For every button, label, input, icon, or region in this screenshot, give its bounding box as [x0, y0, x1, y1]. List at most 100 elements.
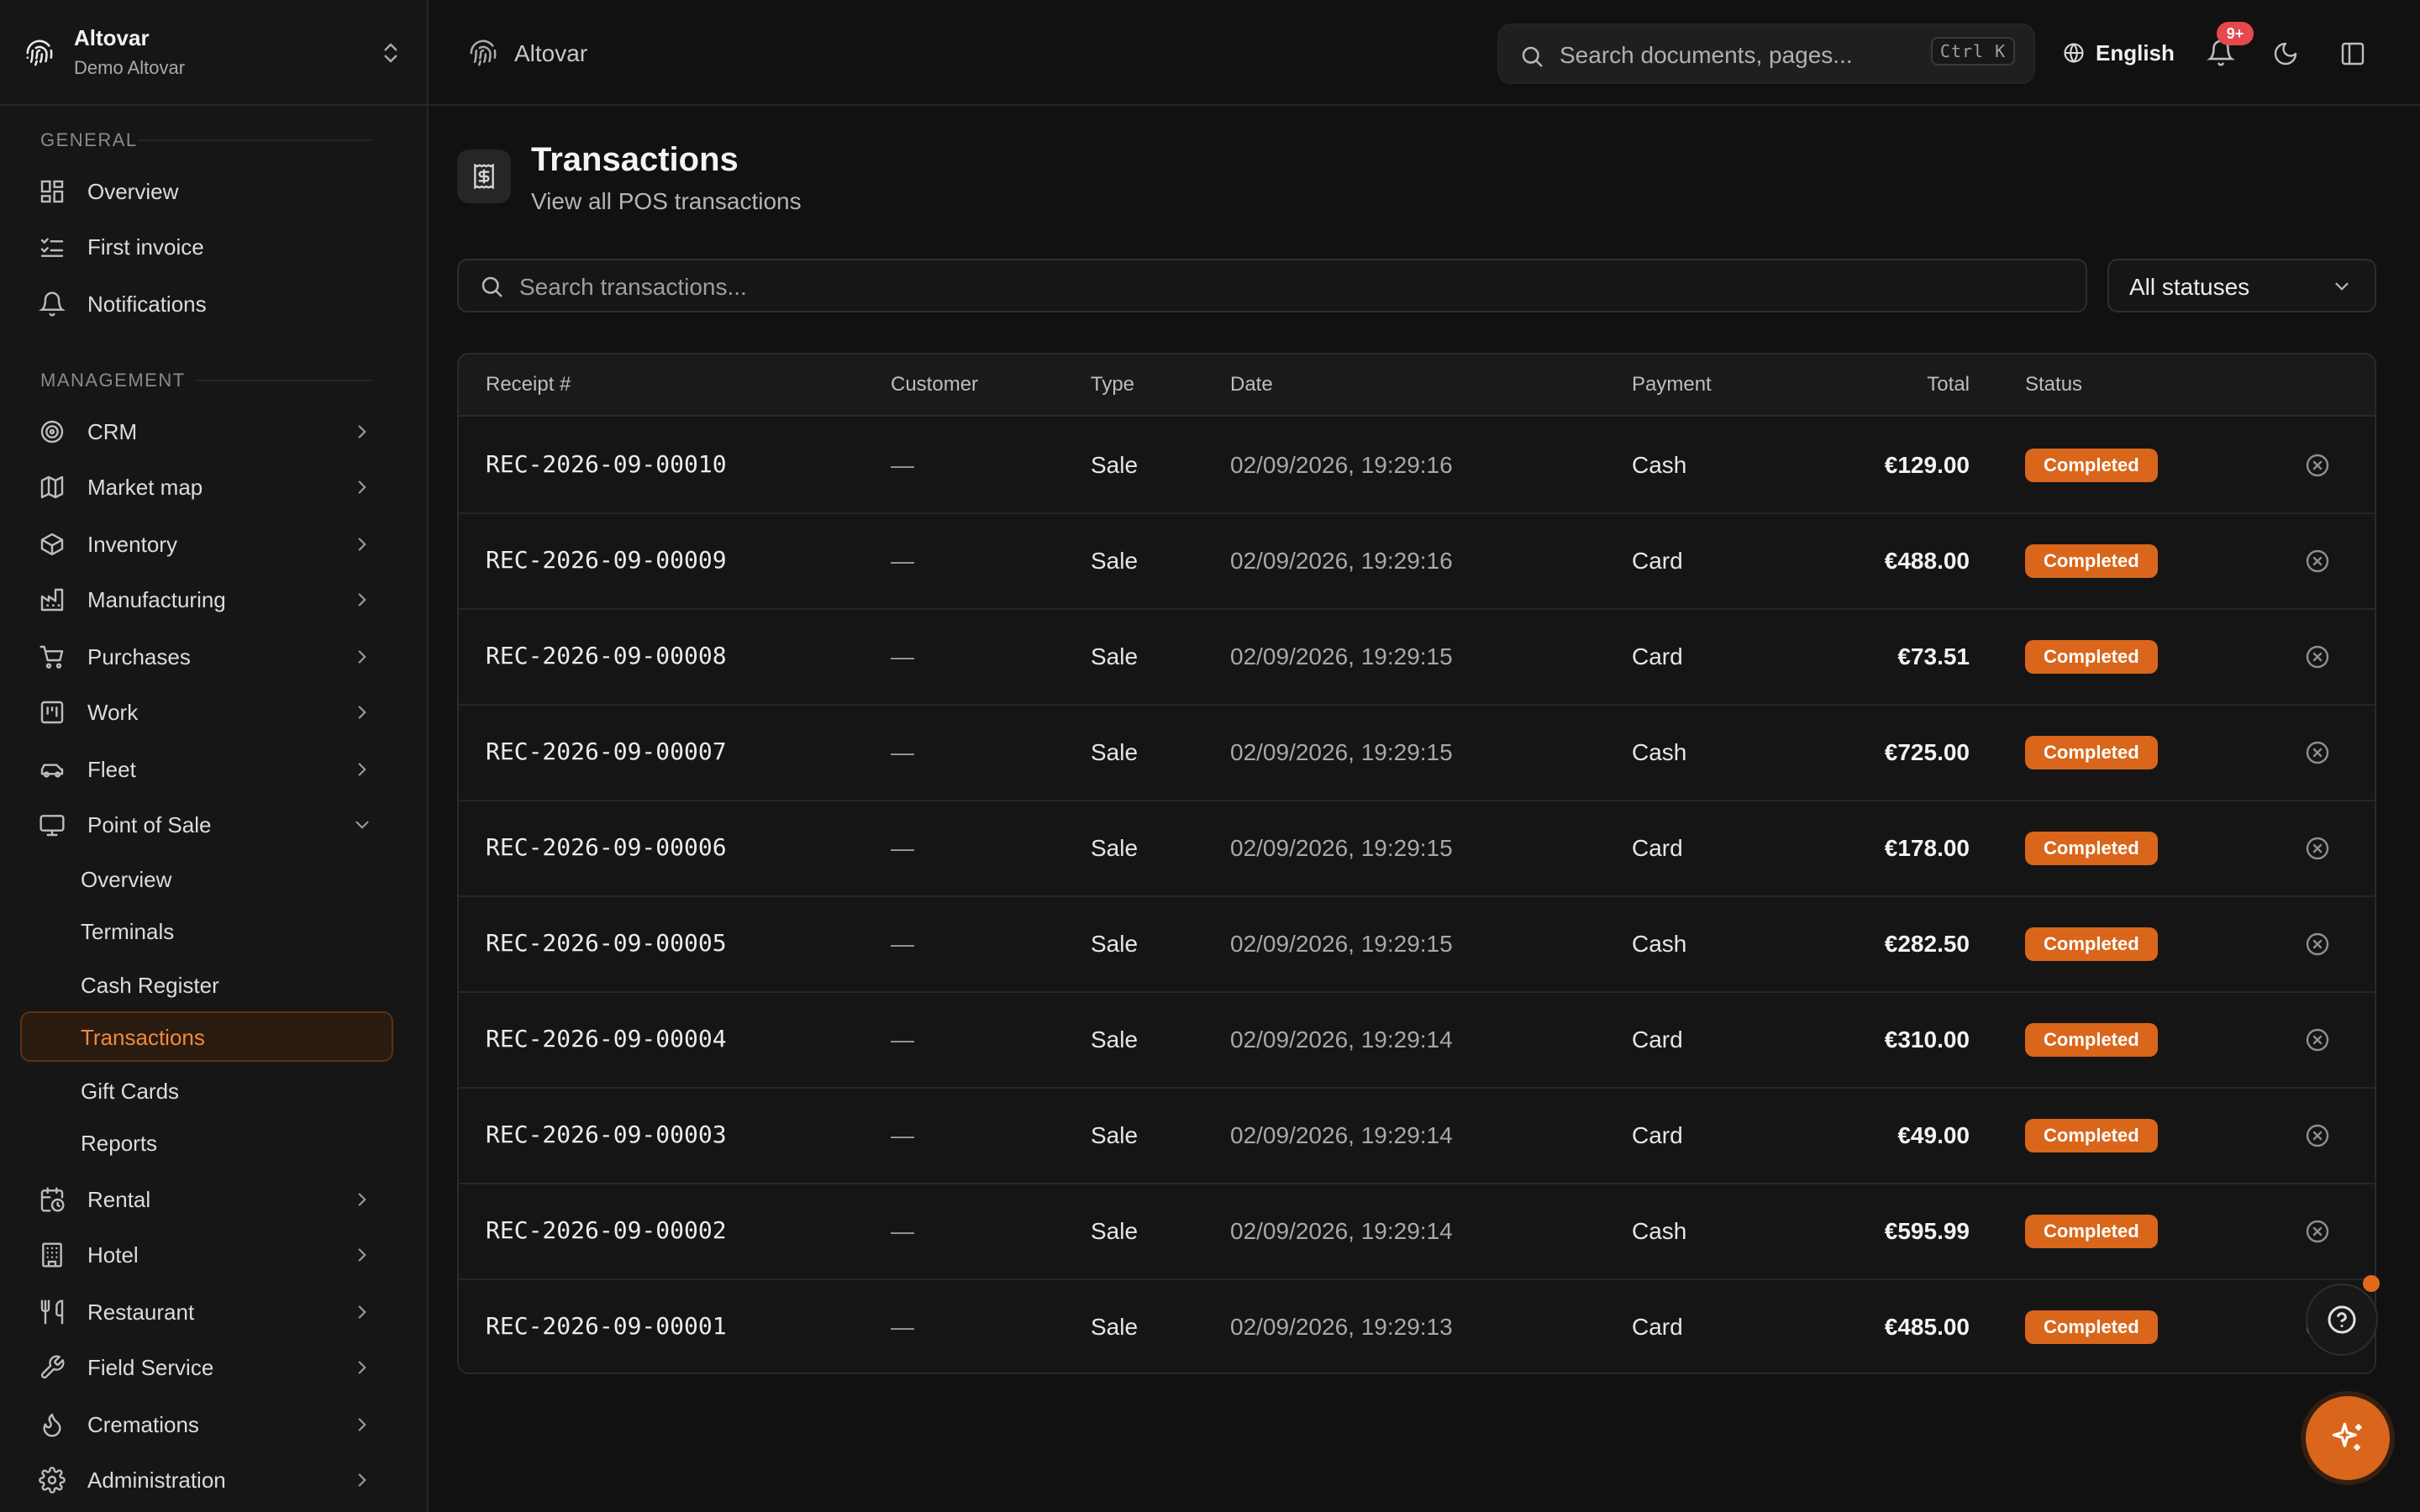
sidebar-item-work[interactable]: Work	[20, 687, 390, 738]
sidebar-item-administration[interactable]: Administration	[20, 1455, 390, 1505]
void-transaction-icon[interactable]	[2304, 1122, 2331, 1149]
table-row[interactable]: REC-2026-09-00006 — Sale 02/09/2026, 19:29:…	[459, 801, 2375, 897]
sidebar-item-notifications[interactable]: Notifications	[20, 279, 390, 329]
sidebar-item-overview[interactable]: Overview	[20, 166, 390, 217]
receipt-number[interactable]: REC-2026-09-00007	[486, 738, 727, 765]
monitor-icon	[39, 811, 66, 838]
receipt-number[interactable]: REC-2026-09-00003	[486, 1121, 727, 1148]
void-transaction-icon[interactable]	[2304, 739, 2331, 766]
sidebar-subitem-overview[interactable]: Overview	[20, 853, 393, 904]
type-cell: Sale	[1091, 1026, 1139, 1053]
sidebar-item-restaurant[interactable]: Restaurant	[20, 1287, 390, 1337]
sidebar-subitem-gift-cards[interactable]: Gift Cards	[20, 1065, 393, 1116]
table-row[interactable]: REC-2026-09-00010 — Sale 02/09/2026, 19:29:…	[459, 418, 2375, 514]
column-header-status[interactable]: Status	[2025, 373, 2082, 396]
void-transaction-icon[interactable]	[2304, 835, 2331, 862]
sidebar-subitem-terminals[interactable]: Terminals	[20, 906, 393, 956]
moon-icon[interactable]	[2272, 40, 2299, 67]
void-transaction-icon[interactable]	[2304, 548, 2331, 575]
breadcrumb[interactable]: Altovar	[514, 40, 587, 67]
void-transaction-icon[interactable]	[2304, 1026, 2331, 1053]
sidebar-item-label: Overview	[87, 178, 179, 204]
receipt-number[interactable]: REC-2026-09-00009	[486, 546, 727, 574]
receipt-number[interactable]: REC-2026-09-00002	[486, 1216, 727, 1244]
list-check-icon	[39, 234, 66, 260]
sidebar-item-inventory[interactable]: Inventory	[20, 519, 390, 570]
sidebar-subitem-transactions[interactable]: Transactions	[20, 1011, 393, 1062]
language-switcher[interactable]: English	[2062, 34, 2175, 72]
void-transaction-icon[interactable]	[2304, 452, 2331, 479]
table-row[interactable]: REC-2026-09-00001 — Sale 02/09/2026, 19:29:…	[459, 1280, 2375, 1373]
sidebar-subitem-label: Overview	[81, 867, 172, 892]
column-header-total[interactable]: Total	[1869, 373, 1970, 396]
void-transaction-icon[interactable]	[2304, 643, 2331, 670]
table-row[interactable]: REC-2026-09-00005 — Sale 02/09/2026, 19:29:…	[459, 897, 2375, 993]
column-header-customer[interactable]: Customer	[891, 373, 978, 396]
status-badge: Completed	[2025, 1310, 2158, 1344]
sidebar-item-first-invoice[interactable]: First invoice	[20, 222, 390, 272]
status-badge: Completed	[2025, 544, 2158, 578]
table-row[interactable]: REC-2026-09-00007 — Sale 02/09/2026, 19:29:…	[459, 706, 2375, 801]
sidebar-item-label: Fleet	[87, 756, 136, 782]
chevron-right-icon	[351, 1414, 373, 1436]
chevron-right-icon	[351, 589, 373, 611]
void-transaction-icon[interactable]	[2304, 931, 2331, 958]
customer-cell: —	[891, 643, 914, 669]
date-cell: 02/09/2026, 19:29:15	[1230, 931, 1453, 957]
receipt-number[interactable]: REC-2026-09-00010	[486, 450, 727, 478]
receipt-number[interactable]: REC-2026-09-00001	[486, 1312, 727, 1340]
total-cell: €129.00	[1884, 452, 1970, 478]
sidebar-item-crm[interactable]: CRM	[20, 407, 390, 457]
transaction-search-input[interactable]: Search transactions...	[457, 259, 2087, 312]
chevron-down-icon	[2331, 276, 2353, 297]
column-header-type[interactable]: Type	[1091, 373, 1134, 396]
receipt-number[interactable]: REC-2026-09-00008	[486, 642, 727, 669]
sidebar-item-point-of-sale[interactable]: Point of Sale	[20, 800, 390, 850]
table-row[interactable]: REC-2026-09-00008 — Sale 02/09/2026, 19:29:…	[459, 610, 2375, 706]
table-row[interactable]: REC-2026-09-00004 — Sale 02/09/2026, 19:29:…	[459, 993, 2375, 1089]
sidebar-item-label: Purchases	[87, 643, 191, 669]
sidebar-item-cremations[interactable]: Cremations	[20, 1399, 390, 1450]
sidebar-item-rental[interactable]: Rental	[20, 1174, 390, 1225]
table-row[interactable]: REC-2026-09-00009 — Sale 02/09/2026, 19:29:…	[459, 514, 2375, 610]
sidebar-item-market-map[interactable]: Market map	[20, 462, 390, 512]
sidebar-item-field-service[interactable]: Field Service	[20, 1342, 390, 1393]
status-filter-select[interactable]: All statuses	[2107, 259, 2376, 312]
section-label-general: GENERAL	[40, 129, 138, 150]
workspace-switcher[interactable]: Altovar Demo Altovar	[0, 0, 427, 106]
sidebar-item-label: Notifications	[87, 291, 207, 317]
total-cell: €725.00	[1884, 739, 1970, 765]
sidebar-item-manufacturing[interactable]: Manufacturing	[20, 575, 390, 625]
sidebar-subitem-label: Gift Cards	[81, 1079, 180, 1104]
column-header-receipt[interactable]: Receipt #	[486, 373, 571, 396]
sidebar-item-label: Cremations	[87, 1411, 199, 1437]
sidebar-item-hotel[interactable]: Hotel	[20, 1230, 390, 1280]
receipt-number[interactable]: REC-2026-09-00005	[486, 929, 727, 957]
flame-icon	[39, 1411, 66, 1438]
sidebar-subitem-reports[interactable]: Reports	[20, 1117, 393, 1168]
customer-cell: —	[891, 1218, 914, 1244]
sidebar-item-purchases[interactable]: Purchases	[20, 632, 390, 682]
dashboard-icon	[39, 178, 66, 205]
receipt-number[interactable]: REC-2026-09-00004	[486, 1025, 727, 1053]
sidebar: Altovar Demo Altovar GENERAL Overview Fi…	[0, 0, 429, 1512]
receipt-number[interactable]: REC-2026-09-00006	[486, 833, 727, 861]
table-row[interactable]: REC-2026-09-00003 — Sale 02/09/2026, 19:29:…	[459, 1089, 2375, 1184]
column-header-date[interactable]: Date	[1230, 373, 1273, 396]
section-label-management: MANAGEMENT	[40, 370, 186, 391]
status-badge: Completed	[2025, 1023, 2158, 1057]
sidebar-item-fleet[interactable]: Fleet	[20, 744, 390, 795]
chevron-right-icon	[351, 1301, 373, 1323]
total-cell: €595.99	[1884, 1218, 1970, 1244]
sidebar-subitem-cash-register[interactable]: Cash Register	[20, 959, 393, 1010]
chevrons-up-down-icon	[378, 40, 403, 66]
help-button[interactable]	[2306, 1284, 2378, 1356]
void-transaction-icon[interactable]	[2304, 1218, 2331, 1245]
sidebar-toggle-icon[interactable]	[2339, 40, 2366, 67]
calendar-clock-icon	[39, 1186, 66, 1213]
chevron-right-icon	[351, 646, 373, 668]
search-placeholder: Search transactions...	[519, 274, 747, 300]
ai-assistant-button[interactable]	[2306, 1396, 2390, 1480]
column-header-payment[interactable]: Payment	[1632, 373, 1712, 396]
table-row[interactable]: REC-2026-09-00002 — Sale 02/09/2026, 19:29:…	[459, 1184, 2375, 1280]
